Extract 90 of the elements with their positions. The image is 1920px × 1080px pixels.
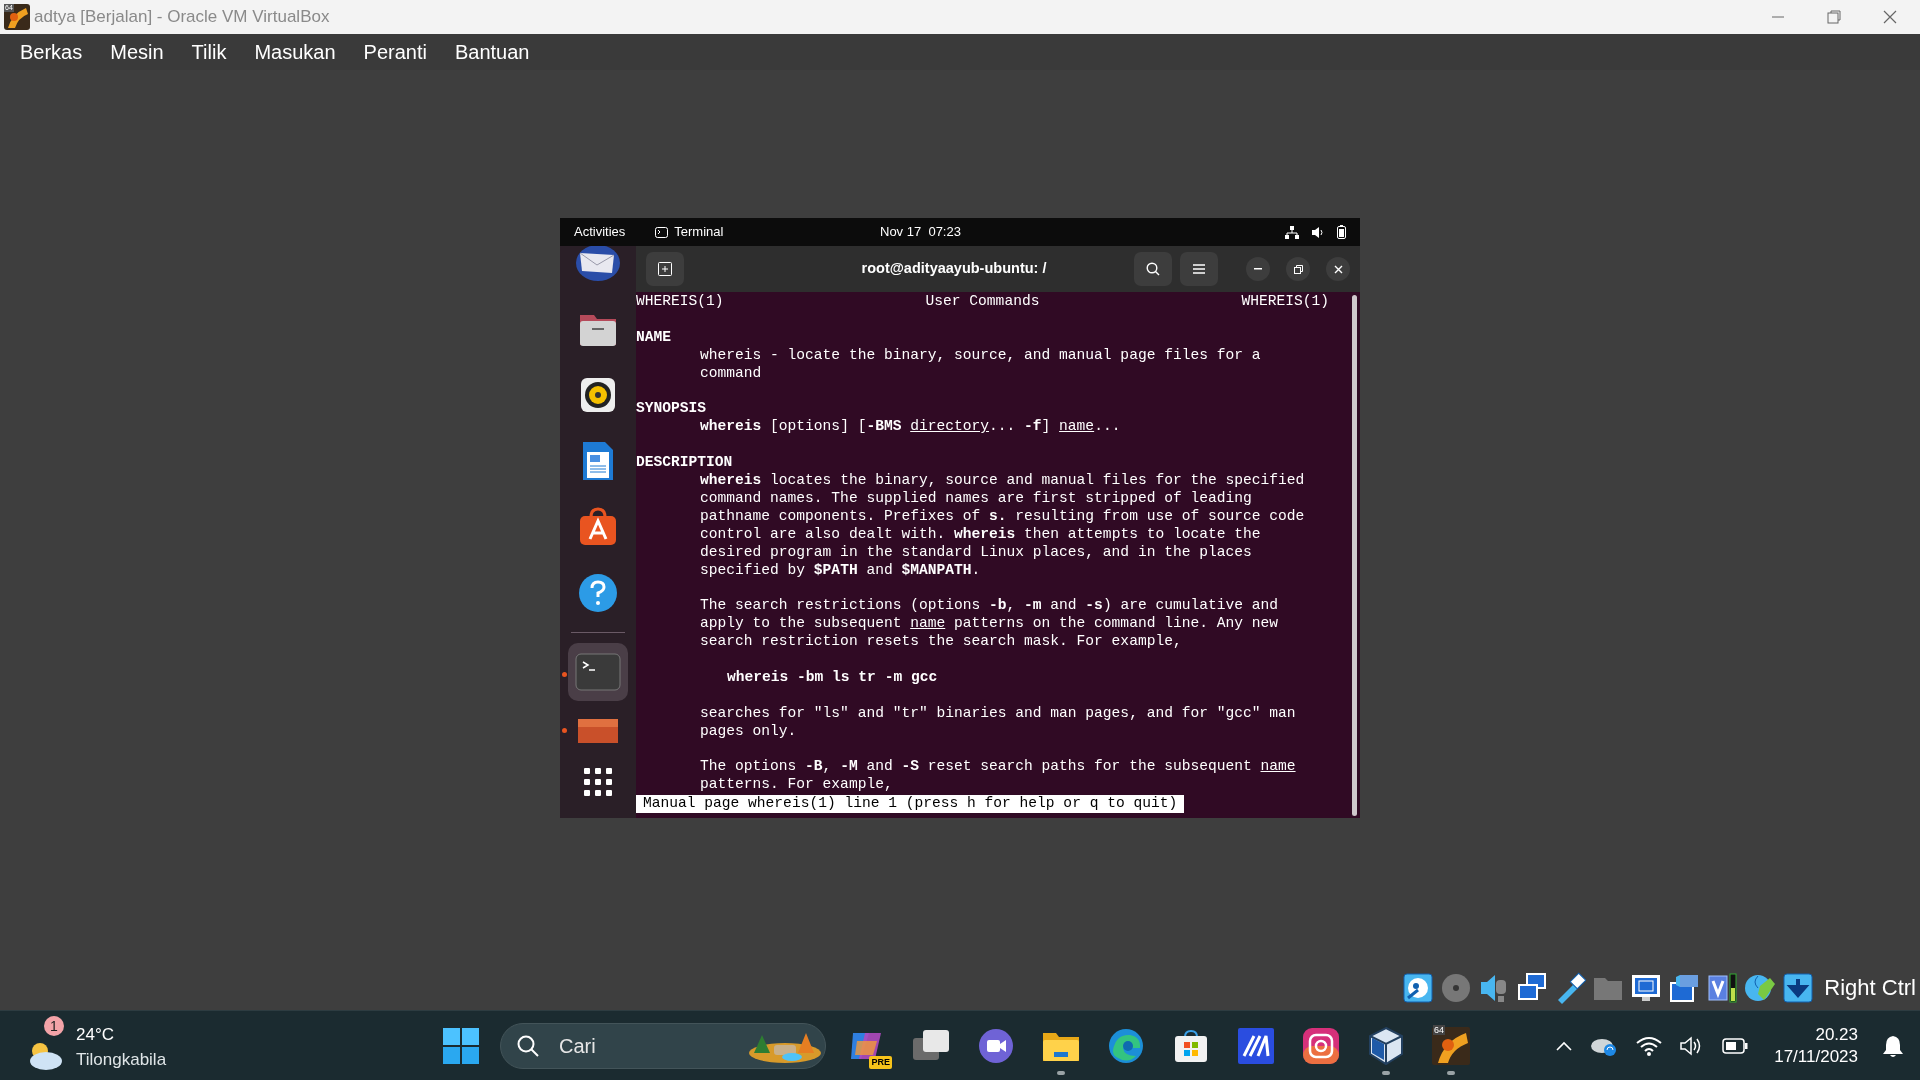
window-title: root@adityaayub-ubuntu: / (861, 259, 1047, 279)
search-field[interactable]: Cari (500, 1023, 826, 1069)
arrow-down-icon[interactable] (1782, 971, 1815, 1004)
wifi-icon[interactable] (1636, 1036, 1663, 1056)
section-heading: NAME (636, 328, 672, 347)
text-line: command names. The supplied names are first stripped of leading (700, 489, 1252, 508)
notification-badge: 1 (44, 1016, 64, 1036)
text-line: whereis locates the binary, source and manual files for the specified (700, 472, 1305, 490)
text-line: apply to the subsequent name patterns on the command line. Any new (700, 615, 1278, 634)
text-line: whereis - locate the binary, source, and manual page files for a (700, 346, 1261, 365)
clock[interactable]: Nov 17 07:23 (880, 222, 961, 242)
text-line: searches for "ls" and "tr" binaries and man pages, and for "gcc" man (700, 704, 1296, 723)
close-button[interactable] (1326, 257, 1350, 281)
menu-item[interactable]: Bantuan (454, 37, 530, 67)
battery-icon[interactable] (1722, 1038, 1749, 1054)
minimize-icon (1254, 268, 1262, 270)
restore-icon[interactable] (1826, 9, 1842, 25)
edge-icon (1108, 1028, 1144, 1064)
text-line: patterns. For example, (700, 776, 893, 795)
menu-icon (1193, 264, 1205, 274)
store-icon (1174, 1029, 1208, 1063)
battery-icon[interactable] (1337, 225, 1346, 239)
terminal-icon (575, 653, 621, 691)
slash-logo-icon (1238, 1028, 1274, 1064)
shopping-bag-icon (578, 507, 618, 547)
search-icon (516, 1034, 540, 1058)
search-button[interactable] (1134, 252, 1172, 286)
chevron-up-icon[interactable] (1556, 1041, 1573, 1051)
section-heading: DESCRIPTION (636, 454, 733, 472)
text-line: control are also dealt with. whereis then attempts to locate the (700, 525, 1261, 544)
bell-icon[interactable] (1882, 1034, 1904, 1058)
man-header: WHEREIS(1) (1241, 293, 1329, 311)
folder-icon (1042, 1030, 1080, 1062)
document-icon (581, 440, 615, 482)
scrollbar[interactable] (1352, 295, 1357, 816)
menu-item[interactable]: Masukan (254, 37, 336, 67)
grid-icon (584, 768, 612, 796)
chip-icon[interactable] (1706, 971, 1739, 1004)
search-icon (1146, 262, 1160, 276)
help-icon (578, 573, 618, 613)
close-icon[interactable] (1882, 9, 1898, 25)
temperature[interactable]: 24°C (76, 1022, 114, 1048)
app-logo-icon (1432, 1027, 1470, 1065)
man-header: WHEREIS(1) (636, 293, 724, 311)
close-icon (1333, 264, 1343, 274)
menu-item[interactable]: Berkas (20, 37, 83, 67)
new-tab-icon (658, 262, 672, 276)
envelope-icon (574, 246, 622, 283)
restore-icon (1293, 264, 1303, 274)
task-view-icon (913, 1030, 949, 1062)
pager-status: Manual page whereis(1) line 1 (press h for help or q to quit) (636, 795, 1185, 814)
windows-icon[interactable] (443, 1028, 479, 1064)
text-line: whereis -bm ls tr -m gcc (727, 668, 938, 687)
volume-icon[interactable] (1311, 225, 1325, 239)
window-title: adtya [Berjalan] - Oracle VM VirtualBox (34, 6, 330, 29)
text-line: specified by $PATH and $MANPATH. (700, 561, 981, 580)
text-line: The options -B, -M and -S reset search paths for the subsequent name (700, 758, 1296, 777)
location[interactable]: Tilongkabila (76, 1047, 167, 1073)
menu-item[interactable]: Tilik (191, 37, 227, 67)
new-tab-button[interactable] (646, 252, 684, 286)
time[interactable]: 20.23 (1774, 1024, 1858, 1046)
menu-item[interactable]: Mesin (110, 37, 164, 67)
speaker-icon (580, 377, 616, 413)
text-line: command (700, 364, 762, 383)
taskbar-app[interactable]: PRE (842, 1021, 890, 1071)
text-line: search restriction resets the search mask. For example, (700, 633, 1182, 652)
menu-item[interactable]: Peranti (363, 37, 427, 67)
version-badge: 64 (1433, 1025, 1445, 1035)
camera-icon (1303, 1028, 1339, 1064)
text-line: desired program in the standard Linux places, and in the places (700, 543, 1252, 562)
network-icon[interactable] (1285, 225, 1299, 239)
text-line: whereis [options] [-BMS directory... -f] name... (700, 418, 1121, 437)
section-heading: SYNOPSIS (636, 400, 707, 419)
video-chat-icon (978, 1028, 1014, 1064)
cube-icon (1368, 1026, 1404, 1066)
terminal-icon (655, 226, 669, 238)
app-menu[interactable]: Terminal (674, 222, 724, 242)
text-line: The search restrictions (options -b, -m and -s) are cumulative and (700, 597, 1279, 616)
text-line: pages only. (700, 722, 797, 741)
preview-badge: PRE (869, 1055, 892, 1069)
maximize-button[interactable] (1286, 257, 1310, 281)
man-header: User Commands (925, 293, 1040, 311)
app-icon (578, 719, 618, 743)
menu-button[interactable] (1180, 252, 1218, 286)
activities-button[interactable]: Activities (574, 222, 626, 242)
taskbar-app[interactable]: 64 (1427, 1021, 1475, 1071)
text-line: pathname components. Prefixes of s. resulting from use of source code (700, 507, 1305, 526)
date[interactable]: 17/11/2023 (1774, 1046, 1858, 1068)
minimize-button[interactable] (1246, 257, 1270, 281)
host-key-label: Right Ctrl (1824, 974, 1916, 1002)
